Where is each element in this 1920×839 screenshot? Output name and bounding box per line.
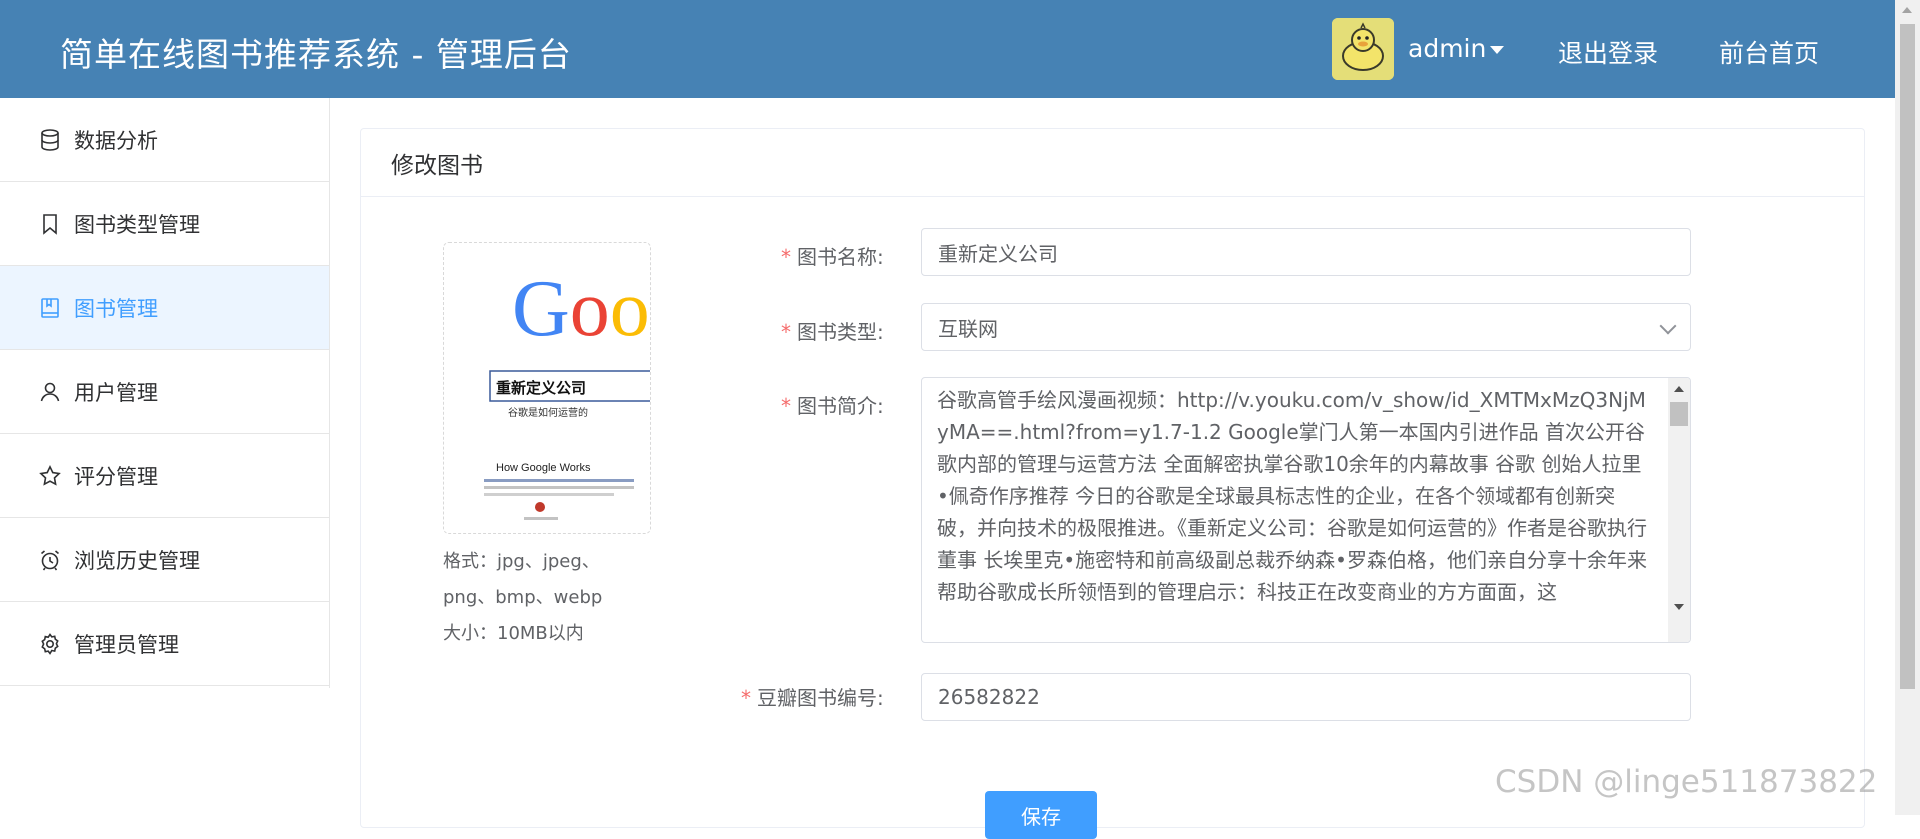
format-hint-line-2: png、bmp、webp <box>443 587 603 608</box>
alarm-clock-icon <box>40 549 60 570</box>
edit-book-card: 修改图书 Goo 重新定义公司 谷歌是如何运营的 How Google Work… <box>360 128 1865 839</box>
textarea-scroll-thumb[interactable] <box>1670 402 1688 426</box>
sidebar-item-data-analysis[interactable]: 数据分析 <box>0 98 329 182</box>
sidebar-item-label: 图书类型管理 <box>74 212 200 237</box>
scroll-up-arrow-icon[interactable] <box>1674 386 1684 392</box>
cover-english-title: How Google Works <box>496 462 591 474</box>
chevron-down-icon[interactable] <box>1659 317 1677 335</box>
scrollbar-thumb[interactable] <box>1900 24 1915 689</box>
sidebar-item-label: 管理员管理 <box>74 632 179 657</box>
book-intro-label: * 图书简介: <box>781 394 884 418</box>
frontend-home-link[interactable]: 前台首页 <box>1719 34 1819 70</box>
card-header: 修改图书 <box>361 129 1864 197</box>
save-button[interactable]: 保存 <box>985 791 1097 839</box>
card-title: 修改图书 <box>391 152 483 179</box>
page-scrollbar[interactable] <box>1895 0 1920 815</box>
required-asterisk: * <box>781 394 791 418</box>
textarea-scrollbar[interactable] <box>1668 378 1690 642</box>
book-type-selected-value: 互联网 <box>938 316 998 341</box>
format-hint-line-1: 格式：jpg、jpeg、 <box>443 551 600 572</box>
cover-subtitle: 谷歌是如何运营的 <box>508 406 588 419</box>
star-icon <box>39 464 61 486</box>
watermark-text: CSDN @linge511873822 <box>1495 764 1878 800</box>
sidebar-item-label: 图书管理 <box>74 296 158 321</box>
book-type-select[interactable]: 互联网 <box>921 303 1691 351</box>
book-icon <box>41 297 59 318</box>
cover-book-title: 重新定义公司 <box>496 379 586 397</box>
required-asterisk: * <box>741 686 751 710</box>
sidebar-item-label: 用户管理 <box>74 380 158 405</box>
size-hint: 大小：10MB以内 <box>443 623 584 644</box>
gear-icon <box>41 632 59 655</box>
cover-logo-letter: o <box>610 265 650 353</box>
sidebar-item-label: 数据分析 <box>74 128 158 153</box>
required-asterisk: * <box>781 320 791 344</box>
book-type-label: * 图书类型: <box>781 320 884 344</box>
sidebar-item-label: 浏览历史管理 <box>74 548 200 573</box>
sidebar-item-history[interactable]: 浏览历史管理 <box>0 518 329 602</box>
sidebar-item-book-types[interactable]: 图书类型管理 <box>0 182 329 266</box>
app-title: 简单在线图书推荐系统 - 管理后台 <box>60 35 572 74</box>
top-header: 简单在线图书推荐系统 - 管理后台 admin 退出登录 前台首页 <box>0 0 1895 98</box>
caret-down-icon[interactable] <box>1490 46 1504 54</box>
cover-logo-text: Goo <box>512 265 650 353</box>
sidebar: 数据分析 图书类型管理 图书管理 用户管理 评分管理 浏览历史管理 管理员管理 <box>0 98 330 688</box>
cover-logo-letter: o <box>570 265 610 353</box>
required-asterisk: * <box>781 245 791 269</box>
sidebar-item-ratings[interactable]: 评分管理 <box>0 434 329 518</box>
username-dropdown[interactable]: admin <box>1408 34 1486 63</box>
bookmark-icon <box>43 213 57 235</box>
scroll-down-arrow-icon[interactable] <box>1674 604 1684 610</box>
database-icon <box>41 128 59 151</box>
sidebar-item-users[interactable]: 用户管理 <box>0 350 329 434</box>
scroll-up-arrow-icon[interactable] <box>1902 7 1912 13</box>
cover-logo-letter: G <box>512 265 570 353</box>
avatar[interactable] <box>1332 18 1394 80</box>
book-cover-image: Goo 重新定义公司 谷歌是如何运营的 How Google Works <box>444 243 650 533</box>
logout-link[interactable]: 退出登录 <box>1558 34 1658 70</box>
sidebar-item-books[interactable]: 图书管理 <box>0 266 329 350</box>
book-name-input[interactable]: 重新定义公司 <box>921 228 1691 276</box>
sidebar-item-label: 评分管理 <box>74 464 158 489</box>
user-icon <box>40 382 60 401</box>
book-intro-text: 谷歌高管手绘风漫画视频：http://v.youku.com/v_show/id… <box>937 388 1647 604</box>
sidebar-item-admins[interactable]: 管理员管理 <box>0 602 329 686</box>
book-name-label: * 图书名称: <box>781 245 884 269</box>
cover-uploader[interactable]: Goo 重新定义公司 谷歌是如何运营的 How Google Works <box>443 242 651 534</box>
douban-id-label: * 豆瓣图书编号: <box>741 686 884 710</box>
book-intro-textarea[interactable]: 谷歌高管手绘风漫画视频：http://v.youku.com/v_show/id… <box>921 377 1691 643</box>
douban-id-input[interactable]: 26582822 <box>921 673 1691 721</box>
duck-avatar-icon <box>1332 18 1394 80</box>
